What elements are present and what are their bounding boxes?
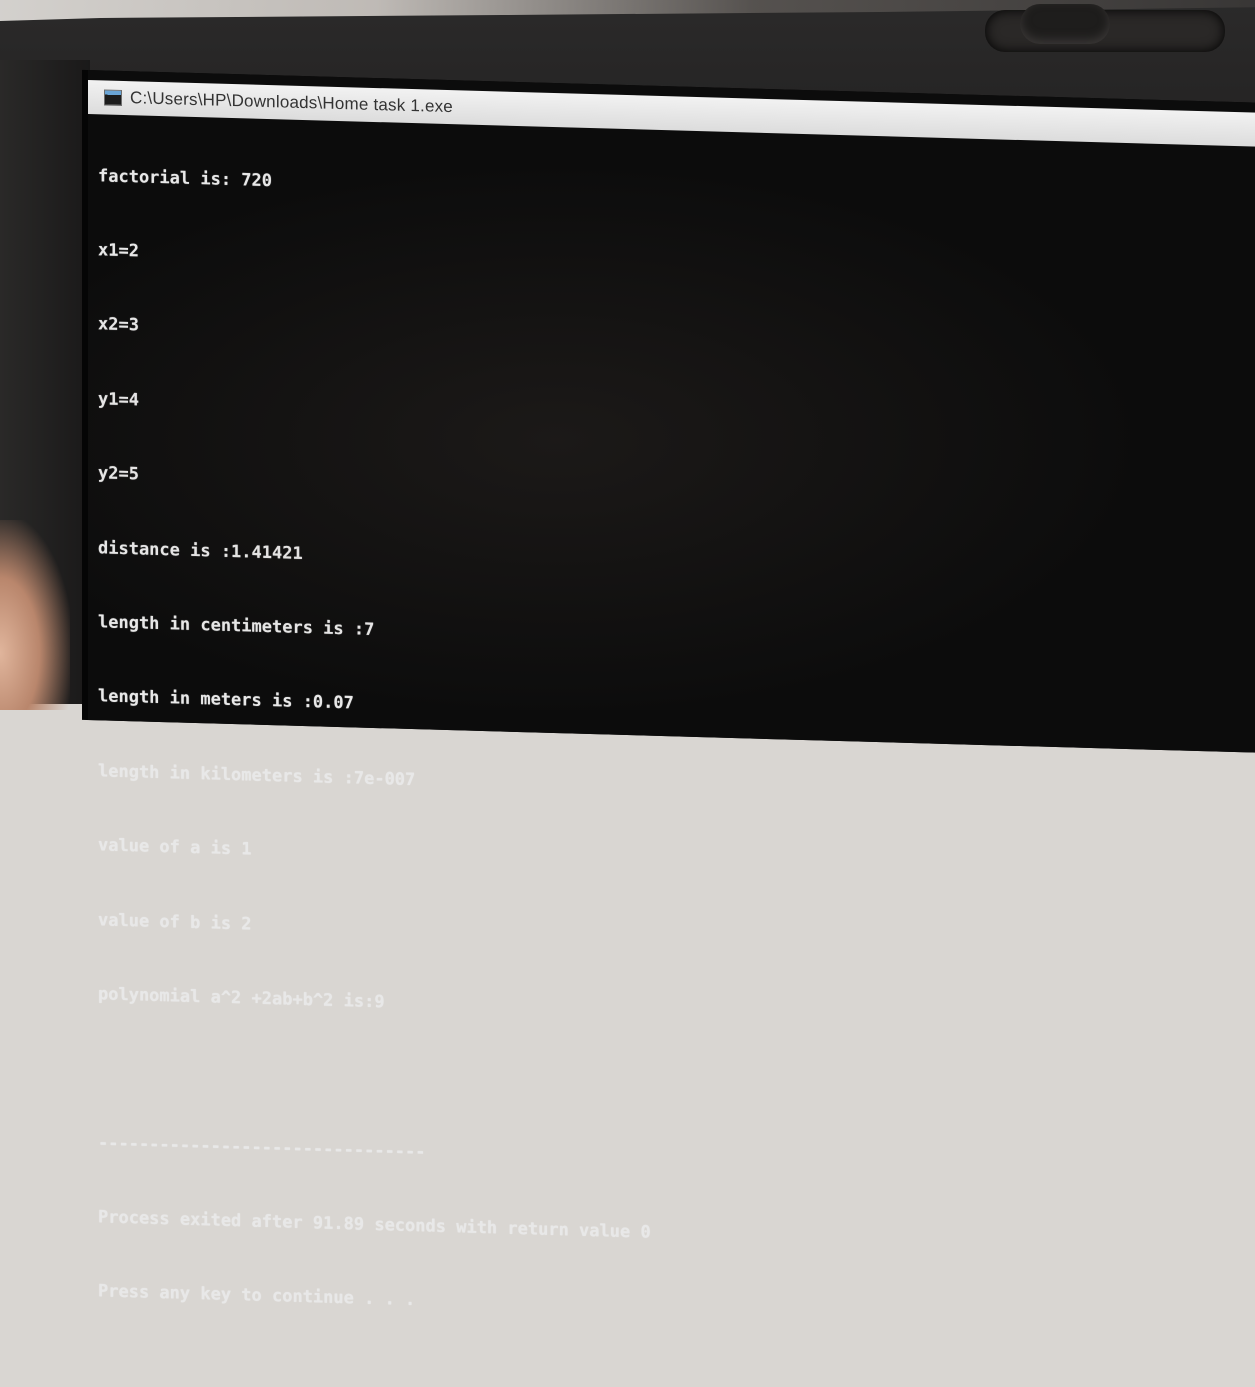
webcam-housing — [1020, 4, 1110, 44]
console-line-distance: distance is :1.41421 — [98, 537, 303, 564]
console-line-centimeters: length in centimeters is :7 — [98, 612, 375, 640]
console-line-factorial: factorial is: 720 — [98, 165, 272, 191]
console-line-x1: x1=2 — [98, 240, 139, 262]
console-line-y1: y1=4 — [98, 389, 139, 411]
console-line-blank — [98, 1057, 1255, 1114]
console-line-value-b: value of b is 2 — [98, 909, 252, 935]
console-line-kilometers: length in kilometers is :7e-007 — [98, 760, 416, 790]
console-window[interactable]: C:\Users\HP\Downloads\Home task 1.exe fa… — [88, 70, 1255, 1311]
console-line-meters: length in meters is :0.07 — [98, 686, 354, 714]
console-line-process-exited: Process exited after 91.89 seconds with … — [98, 1207, 651, 1243]
console-line-x2: x2=3 — [98, 314, 139, 336]
console-line-press-any-key: Press any key to continue . . . — [98, 1281, 416, 1311]
window-title: C:\Users\HP\Downloads\Home task 1.exe — [130, 88, 453, 117]
console-app-icon — [104, 89, 122, 106]
console-output[interactable]: factorial is: 720 x1=2 x2=3 y1=4 y2=5 di… — [98, 114, 1255, 1387]
finger-blur — [0, 520, 70, 710]
console-line-value-a: value of a is 1 — [98, 835, 252, 860]
console-separator: -------------------------------- — [98, 1132, 426, 1163]
console-line-y2: y2=5 — [98, 463, 139, 485]
console-line-polynomial: polynomial a^2 +2ab+b^2 is:9 — [98, 984, 385, 1013]
